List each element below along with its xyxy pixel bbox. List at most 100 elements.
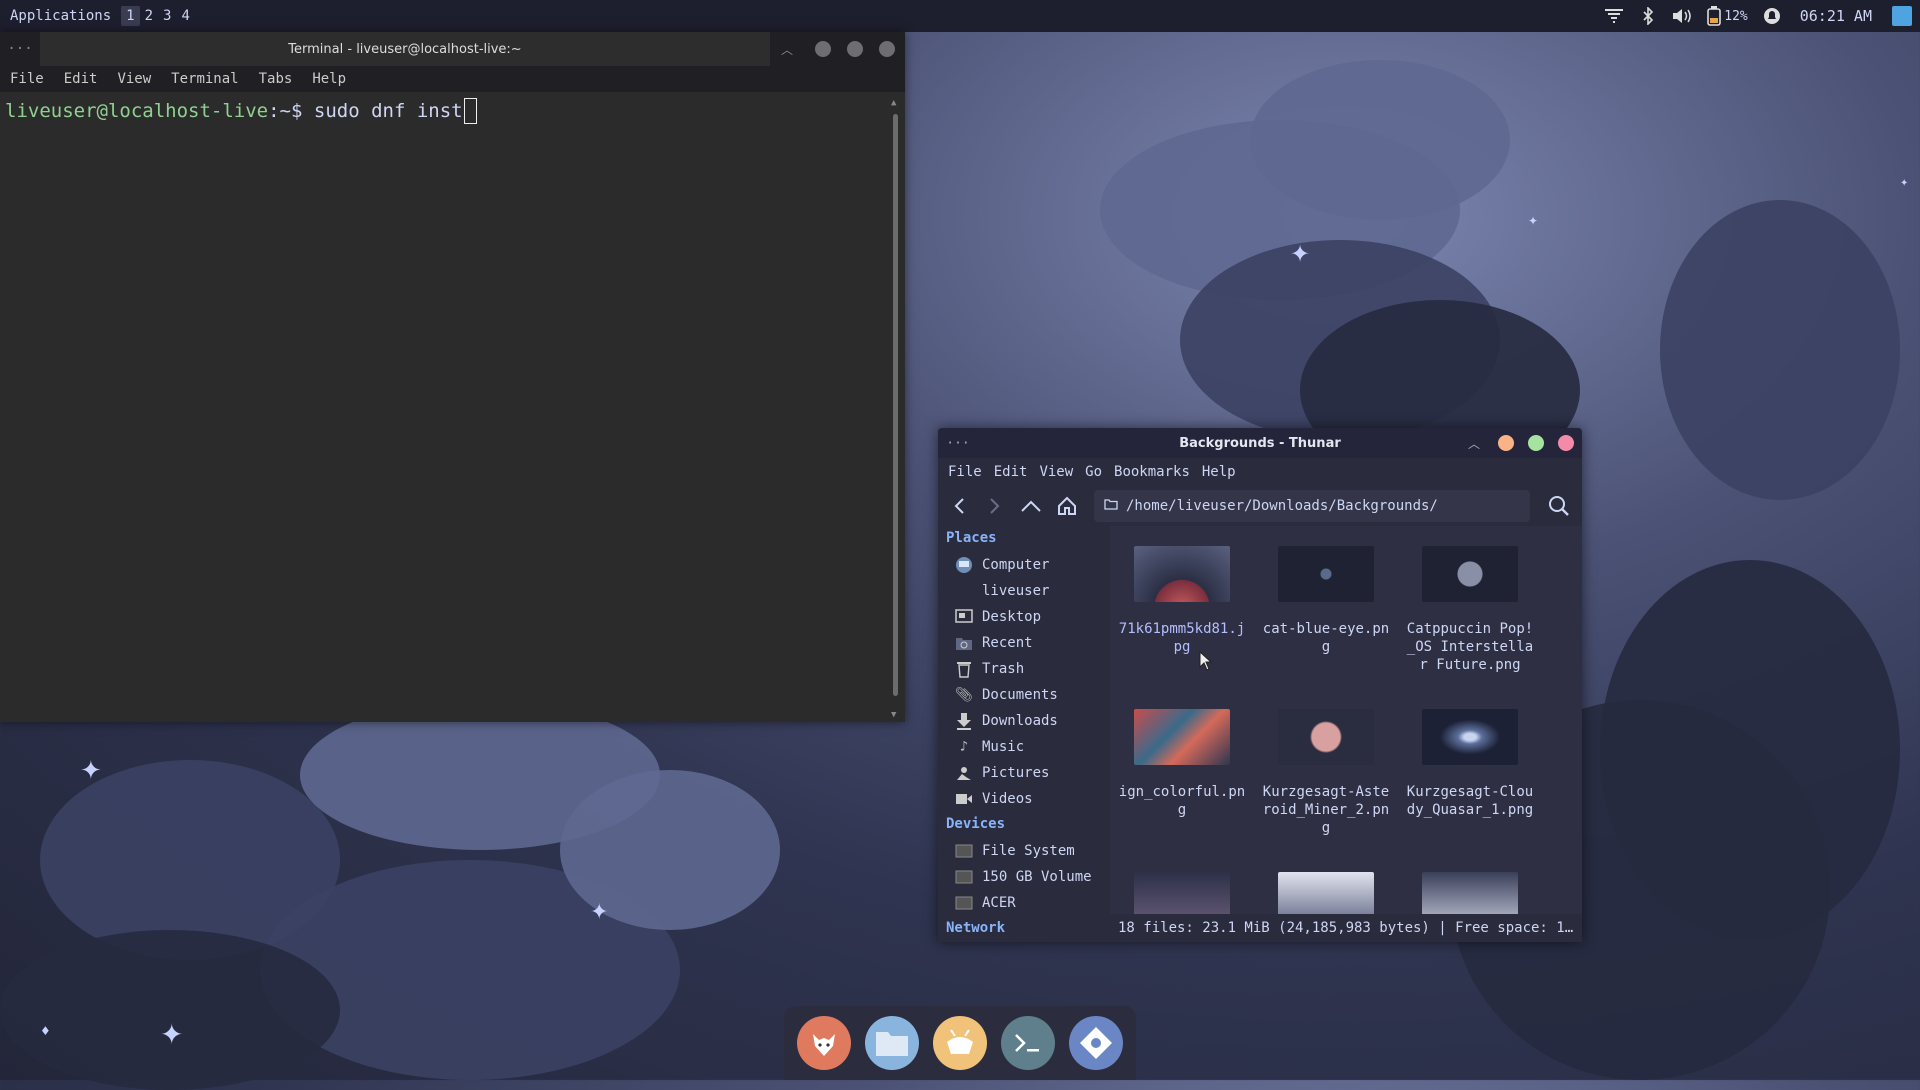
file-item[interactable]: Catppuccin Pop!_OS Interstellar Future.p… bbox=[1398, 536, 1542, 699]
file-thumbnail bbox=[1134, 546, 1230, 602]
firefox-icon[interactable] bbox=[797, 1016, 851, 1070]
terminal-output[interactable]: liveuser@localhost-live:~$ sudo dnf inst bbox=[0, 96, 887, 722]
workspace-2[interactable]: 2 bbox=[140, 6, 158, 26]
sidebar-item-file-system[interactable]: File System bbox=[938, 838, 1110, 864]
close-button[interactable] bbox=[1558, 435, 1574, 451]
trash-icon bbox=[954, 659, 974, 679]
menu-go[interactable]: Go bbox=[1079, 464, 1108, 480]
sidebar-item-documents[interactable]: 📎︎ Documents bbox=[938, 682, 1110, 708]
terminal-icon[interactable] bbox=[1001, 1016, 1055, 1070]
menu-bookmarks[interactable]: Bookmarks bbox=[1108, 464, 1196, 480]
workspace-3[interactable]: 3 bbox=[158, 6, 176, 26]
file-item[interactable] bbox=[1254, 862, 1398, 914]
home-button[interactable] bbox=[1052, 491, 1082, 521]
scrollbar-thumb[interactable] bbox=[893, 114, 898, 696]
shade-icon[interactable]: ︿ bbox=[1468, 435, 1480, 452]
top-panel: Applications 1 2 3 4 12% 06:21 AM bbox=[0, 0, 1920, 32]
clock[interactable]: 06:21 AM bbox=[1800, 7, 1872, 25]
terminal-menubar: File Edit View Terminal Tabs Help bbox=[0, 66, 905, 92]
applications-menu[interactable]: Applications bbox=[0, 8, 121, 24]
maximize-button[interactable] bbox=[847, 41, 863, 57]
file-name: ign_colorful.png bbox=[1118, 784, 1246, 818]
mouse-pointer-icon bbox=[1199, 651, 1213, 671]
shade-icon[interactable]: ︿ bbox=[781, 41, 793, 58]
file-item[interactable]: Kurzgesagt-Asteroid_Miner_2.png bbox=[1254, 699, 1398, 862]
menu-view[interactable]: View bbox=[1033, 464, 1079, 480]
sidebar-item-desktop[interactable]: Desktop bbox=[938, 604, 1110, 630]
window-menu-icon[interactable]: ··· bbox=[0, 41, 40, 57]
software-icon[interactable] bbox=[1069, 1016, 1123, 1070]
system-tray: 12% 06:21 AM bbox=[1604, 0, 1920, 32]
files-icon[interactable] bbox=[865, 1016, 919, 1070]
search-button[interactable] bbox=[1544, 491, 1574, 521]
menu-terminal[interactable]: Terminal bbox=[161, 71, 248, 87]
gedit-icon[interactable] bbox=[933, 1016, 987, 1070]
drive-icon bbox=[954, 841, 974, 861]
file-item[interactable] bbox=[1398, 862, 1542, 914]
file-view[interactable]: 71k61pmm5kd81.jpg cat-blue-eye.png Catpp… bbox=[1110, 526, 1582, 914]
file-item[interactable]: Kurzgesagt-Cloudy_Quasar_1.png bbox=[1398, 699, 1542, 862]
file-item[interactable]: 71k61pmm5kd81.jpg bbox=[1110, 536, 1254, 699]
scroll-up-icon[interactable]: ▲ bbox=[891, 98, 896, 108]
workspace-4[interactable]: 4 bbox=[176, 6, 194, 26]
file-thumbnail bbox=[1134, 872, 1230, 914]
drive-icon bbox=[954, 893, 974, 913]
sidebar-item-liveuser[interactable]: liveuser bbox=[938, 578, 1110, 604]
devices-heading: Devices bbox=[946, 816, 1006, 832]
show-desktop-button[interactable] bbox=[1892, 6, 1912, 26]
computer-icon bbox=[954, 555, 974, 575]
sidebar-item-label: Downloads bbox=[982, 713, 1058, 729]
file-item[interactable]: cat-blue-eye.png bbox=[1254, 536, 1398, 699]
volume-icon[interactable] bbox=[1672, 6, 1692, 26]
terminal-scrollbar[interactable]: ▲ ▼ bbox=[891, 96, 901, 722]
sidebar-item-pictures[interactable]: Pictures bbox=[938, 760, 1110, 786]
dock bbox=[784, 1006, 1136, 1080]
network-icon[interactable] bbox=[1604, 6, 1624, 26]
sidebar-item-music[interactable]: ♪ Music bbox=[938, 734, 1110, 760]
sidebar-item-downloads[interactable]: Downloads bbox=[938, 708, 1110, 734]
thunar-titlebar[interactable]: ··· Backgrounds - Thunar ︿ bbox=[938, 428, 1582, 458]
scroll-down-icon[interactable]: ▼ bbox=[891, 710, 896, 720]
menu-file[interactable]: File bbox=[942, 464, 988, 480]
sidebar-item-label: 150 GB Volume bbox=[982, 869, 1092, 885]
prompt-path: :~$ bbox=[268, 100, 314, 122]
sidebar-item-label: Videos bbox=[982, 791, 1033, 807]
menu-help[interactable]: Help bbox=[302, 71, 356, 87]
sidebar-item-videos[interactable]: Videos bbox=[938, 786, 1110, 812]
file-name: Kurzgesagt-Cloudy_Quasar_1.png bbox=[1406, 784, 1534, 818]
back-button[interactable] bbox=[944, 491, 974, 521]
sidebar-item-recent[interactable]: Recent bbox=[938, 630, 1110, 656]
menu-view[interactable]: View bbox=[107, 71, 161, 87]
location-bar[interactable]: /home/liveuser/Downloads/Backgrounds/ bbox=[1094, 490, 1530, 522]
menu-help[interactable]: Help bbox=[1196, 464, 1242, 480]
terminal-titlebar[interactable]: ··· Terminal - liveuser@localhost-live:~… bbox=[0, 32, 905, 66]
close-button[interactable] bbox=[879, 41, 895, 57]
forward-button[interactable] bbox=[980, 491, 1010, 521]
menu-tabs[interactable]: Tabs bbox=[249, 71, 303, 87]
minimize-button[interactable] bbox=[1498, 435, 1514, 451]
notifications-icon[interactable] bbox=[1762, 6, 1782, 26]
menu-edit[interactable]: Edit bbox=[988, 464, 1034, 480]
parent-folder-button[interactable] bbox=[1016, 491, 1046, 521]
sidebar-item-150gb-volume[interactable]: 150 GB Volume bbox=[938, 864, 1110, 890]
bluetooth-icon[interactable] bbox=[1638, 6, 1658, 26]
pictures-icon bbox=[954, 763, 974, 783]
prompt-user: liveuser@localhost-live bbox=[5, 100, 269, 122]
thunar-toolbar: /home/liveuser/Downloads/Backgrounds/ bbox=[938, 486, 1582, 526]
file-item[interactable]: ign_colorful.png bbox=[1110, 699, 1254, 862]
workspace-1[interactable]: 1 bbox=[121, 6, 140, 26]
terminal-window: ··· Terminal - liveuser@localhost-live:~… bbox=[0, 32, 905, 722]
sidebar-item-computer[interactable]: Computer bbox=[938, 552, 1110, 578]
menu-edit[interactable]: Edit bbox=[54, 71, 108, 87]
battery-percentage: 12% bbox=[1724, 8, 1748, 24]
desktop-icon bbox=[954, 607, 974, 627]
sidebar-item-label: Trash bbox=[982, 661, 1025, 677]
sidebar-item-trash[interactable]: Trash bbox=[938, 656, 1110, 682]
menu-file[interactable]: File bbox=[0, 71, 54, 87]
sidebar-item-acer[interactable]: ACER bbox=[938, 890, 1110, 916]
battery-icon[interactable]: 12% bbox=[1706, 6, 1748, 26]
file-item[interactable] bbox=[1110, 862, 1254, 914]
download-icon bbox=[954, 711, 974, 731]
maximize-button[interactable] bbox=[1528, 435, 1544, 451]
minimize-button[interactable] bbox=[815, 41, 831, 57]
